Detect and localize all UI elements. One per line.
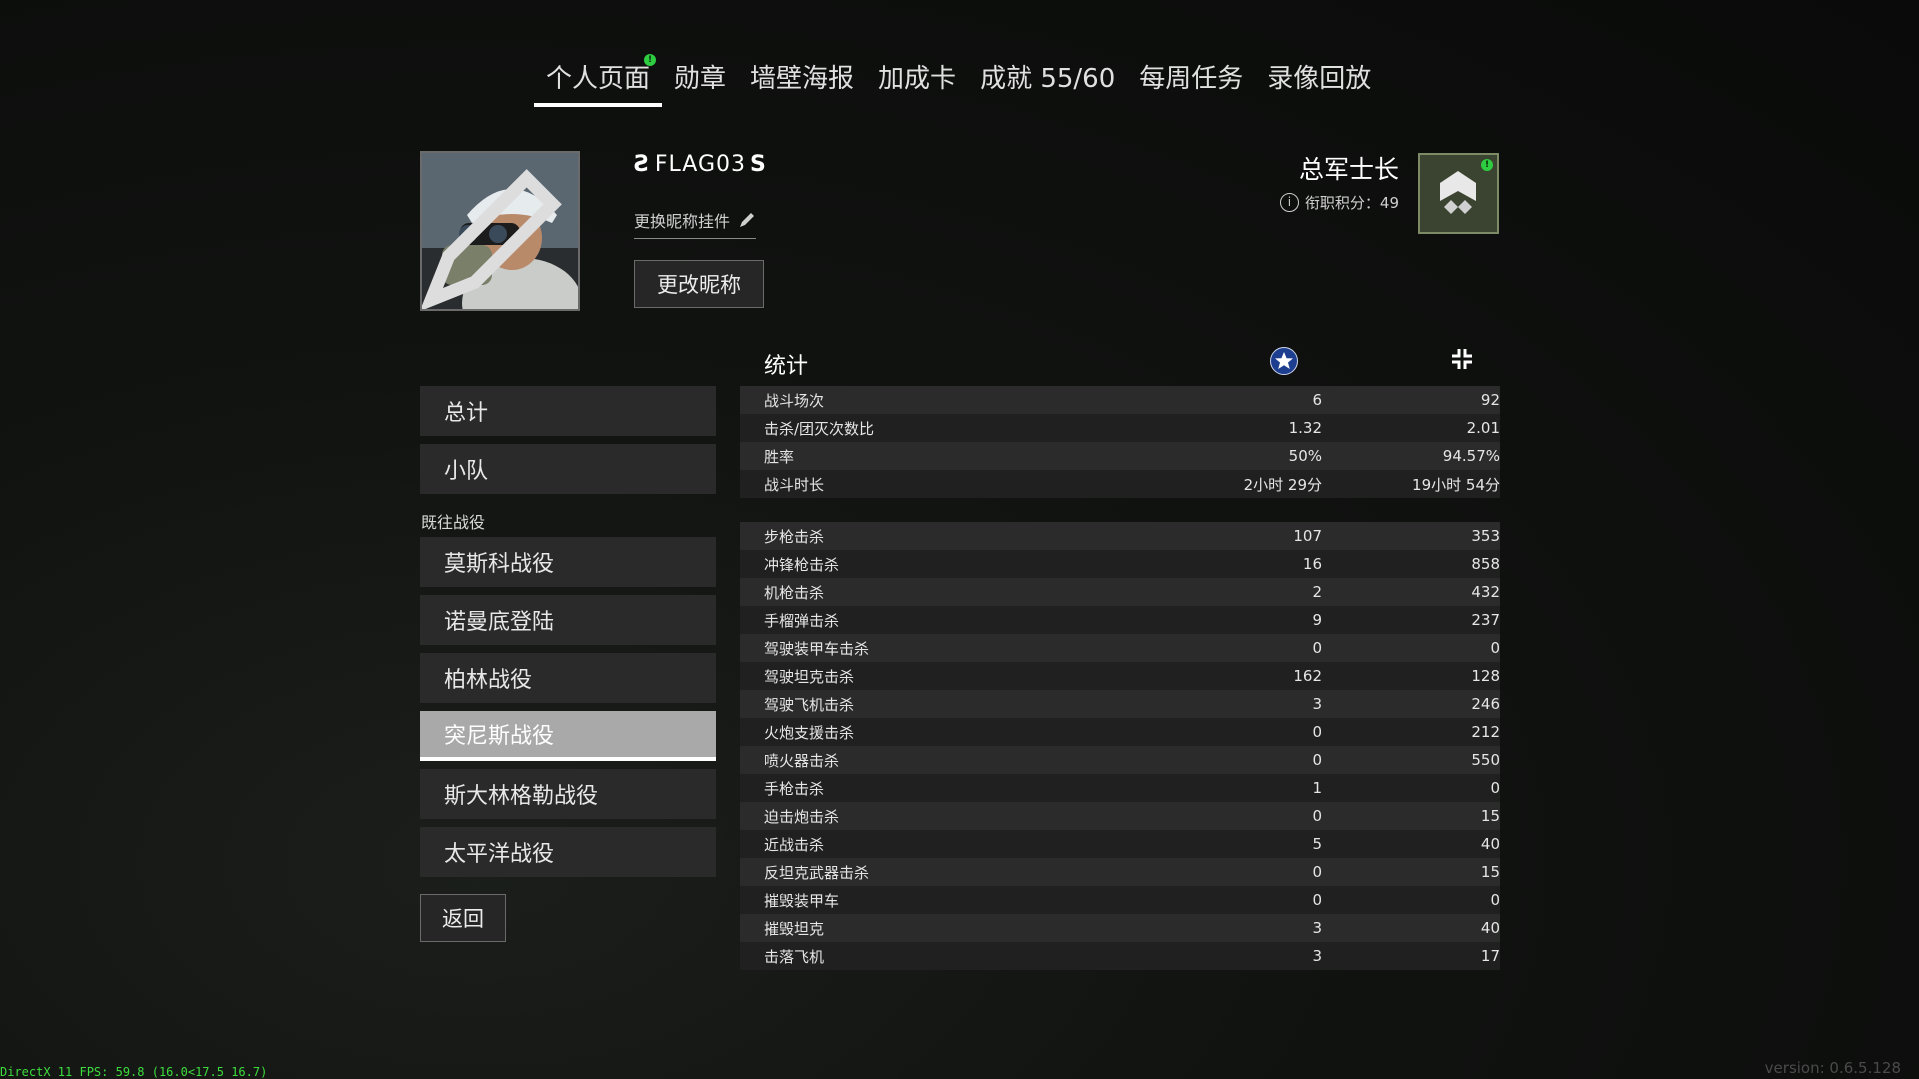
kill-stats-table: 步枪击杀 107 353 冲锋枪击杀 16 858 机枪击杀 2 432 手榴弹击杀 9 237… xyxy=(740,522,1500,970)
top-tab-bar: 个人页面 ! 勋章 墙壁海报 加成卡 成就 55/60 每周任务 录像回放 xyxy=(534,52,1383,107)
tab-label: 成就 55/60 xyxy=(980,64,1116,94)
rank-title: 总军士长 xyxy=(1298,155,1399,184)
table-row: 战斗时长 2小时 29分 19小时 54分 xyxy=(740,470,1500,498)
rename-button-label: 更改昵称 xyxy=(657,273,741,297)
tab-label: 勋章 xyxy=(674,64,727,94)
menu-item-label: 诺曼底登陆 xyxy=(444,610,555,635)
table-row: 步枪击杀 107 353 xyxy=(740,522,1500,550)
table-row: 驾驶飞机击杀 3 246 xyxy=(740,690,1500,718)
table-row: 摧毁装甲车 0 0 xyxy=(740,886,1500,914)
notification-badge: ! xyxy=(1481,159,1493,171)
table-row: 迫击炮击杀 0 15 xyxy=(740,802,1500,830)
campaign-tunisia[interactable]: 突尼斯战役 xyxy=(420,711,716,761)
tab-achievements[interactable]: 成就 55/60 xyxy=(968,52,1127,107)
table-row: 摧毁坦克 3 40 xyxy=(740,914,1500,942)
table-row: 胜率 50% 94.57% xyxy=(740,442,1500,470)
change-nameplate-label: 更换昵称挂件 xyxy=(634,212,731,231)
rank-insignia[interactable]: ! xyxy=(1418,153,1499,234)
rank-points-label: 衔职积分：49 xyxy=(1304,194,1399,212)
allies-star-icon xyxy=(1270,347,1298,375)
gamertag-prefix-icon: Ƨ xyxy=(634,152,651,177)
table-row: 机枪击杀 2 432 xyxy=(740,578,1500,606)
rename-button[interactable]: 更改昵称 xyxy=(634,260,764,308)
table-row: 驾驶装甲车击杀 0 0 xyxy=(740,634,1500,662)
back-button-label: 返回 xyxy=(442,907,484,931)
menu-item-label: 突尼斯战役 xyxy=(444,724,555,749)
menu-item-label: 斯大林格勒战役 xyxy=(444,784,599,809)
rank-points: i 衔职积分：49 xyxy=(1279,192,1399,213)
past-campaigns-heading: 既往战役 xyxy=(421,513,486,532)
axis-cross-icon xyxy=(1452,349,1472,369)
campaign-berlin[interactable]: 柏林战役 xyxy=(420,653,716,703)
stats-header: 统计 xyxy=(740,340,1500,386)
notification-badge: ! xyxy=(644,54,657,66)
table-row: 手枪击杀 1 0 xyxy=(740,774,1500,802)
campaign-moscow[interactable]: 莫斯科战役 xyxy=(420,537,716,587)
tab-label: 每周任务 xyxy=(1139,64,1244,94)
fps-counter: DirectX 11 FPS: 59.8 (16.0<17.5 16.7) xyxy=(0,1065,268,1079)
player-avatar[interactable] xyxy=(420,151,580,311)
tab-profile[interactable]: 个人页面 ! xyxy=(534,52,663,107)
menu-item-label: 总计 xyxy=(444,401,489,426)
info-icon[interactable]: i xyxy=(1279,193,1299,212)
table-row: 手榴弹击杀 9 237 xyxy=(740,606,1500,634)
tab-label: 墙壁海报 xyxy=(750,64,855,94)
change-nameplate-link[interactable]: 更换昵称挂件 xyxy=(634,208,757,239)
back-button[interactable]: 返回 xyxy=(420,894,506,942)
campaign-normandy[interactable]: 诺曼底登陆 xyxy=(420,595,716,645)
table-row: 冲锋枪击杀 16 858 xyxy=(740,550,1500,578)
tab-label: 录像回放 xyxy=(1267,64,1372,94)
gamertag-suffix-icon: S xyxy=(749,152,767,177)
gamertag: Ƨ FLAG03 S xyxy=(634,152,767,177)
table-row: 击杀/团灭次数比 1.32 2.01 xyxy=(740,414,1500,442)
pencil-icon xyxy=(740,213,755,227)
menu-item-label: 柏林战役 xyxy=(444,668,533,693)
menu-item-label: 太平洋战役 xyxy=(444,842,555,867)
tab-weekly-tasks[interactable]: 每周任务 xyxy=(1127,52,1255,107)
tab-label: 加成卡 xyxy=(878,64,957,94)
menu-item-total[interactable]: 总计 xyxy=(420,386,716,436)
gamertag-text: FLAG03 xyxy=(654,152,746,177)
table-row: 近战击杀 5 40 xyxy=(740,830,1500,858)
tab-boosters[interactable]: 加成卡 xyxy=(866,52,968,107)
tab-label: 个人页面 xyxy=(546,64,651,94)
tab-medals[interactable]: 勋章 xyxy=(662,52,738,107)
table-row: 驾驶坦克击杀 162 128 xyxy=(740,662,1500,690)
table-row: 战斗场次 6 92 xyxy=(740,386,1500,414)
table-row: 击落飞机 3 17 xyxy=(740,942,1500,970)
summary-stats-table: 战斗场次 6 92 击杀/团灭次数比 1.32 2.01 胜率 50% 94.57% 战斗时… xyxy=(740,386,1500,498)
menu-item-label: 莫斯科战役 xyxy=(444,552,555,577)
edit-pencil-icon[interactable] xyxy=(420,161,570,311)
tab-wall-posters[interactable]: 墙壁海报 xyxy=(738,52,866,107)
table-row: 反坦克武器击杀 0 15 xyxy=(740,858,1500,886)
menu-item-label: 小队 xyxy=(444,459,489,484)
stats-title: 统计 xyxy=(764,354,809,379)
campaign-stalingrad[interactable]: 斯大林格勒战役 xyxy=(420,769,716,819)
version-label: version: 0.6.5.128 xyxy=(1764,1059,1901,1077)
tab-replays[interactable]: 录像回放 xyxy=(1255,52,1383,107)
table-row: 火炮支援击杀 0 212 xyxy=(740,718,1500,746)
campaign-pacific[interactable]: 太平洋战役 xyxy=(420,827,716,877)
menu-item-squad[interactable]: 小队 xyxy=(420,444,716,494)
table-row: 喷火器击杀 0 550 xyxy=(740,746,1500,774)
